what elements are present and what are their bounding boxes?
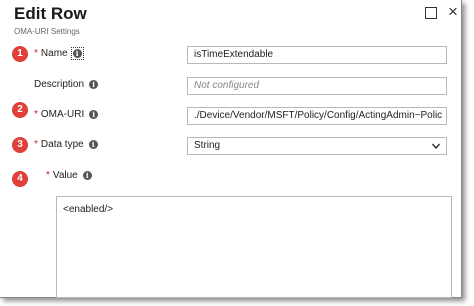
description-label-group: Description i	[34, 79, 99, 90]
required-marker: *	[46, 170, 50, 181]
step-badge-4: 4	[12, 171, 28, 187]
info-icon[interactable]: i	[82, 171, 92, 180]
oma-uri-label-group: * OMA-URI i	[34, 109, 99, 120]
oma-uri-input[interactable]: ./Device/Vendor/MSFT/Policy/Config/Actin…	[187, 107, 447, 125]
maximize-icon[interactable]	[425, 7, 437, 19]
info-icon[interactable]: i	[89, 110, 99, 119]
name-input[interactable]: isTimeExtendable	[187, 46, 447, 64]
data-type-label-group: * Data type i	[34, 139, 98, 150]
data-type-select[interactable]: String	[187, 137, 447, 155]
value-label: Value	[52, 170, 78, 181]
step-badge-2: 2	[12, 102, 28, 118]
step-badge-3: 3	[12, 137, 28, 153]
name-label: Name	[40, 48, 68, 59]
required-marker: *	[34, 48, 38, 59]
name-label-group: * Name i	[34, 47, 84, 60]
info-icon[interactable]: i	[72, 49, 82, 58]
step-badge-1: 1	[12, 46, 28, 62]
edit-row-panel: Edit Row OMA-URI Settings × 1 * Name i i…	[0, 0, 462, 298]
name-info-focus[interactable]: i	[70, 47, 84, 60]
value-textarea[interactable]: <enabled/>	[56, 196, 452, 298]
value-label-group: * Value i	[46, 170, 92, 181]
description-input[interactable]: Not configured	[187, 77, 447, 95]
data-type-label: Data type	[40, 139, 84, 150]
required-marker: *	[34, 139, 38, 150]
required-marker: *	[34, 109, 38, 120]
panel-subtitle: OMA-URI Settings	[14, 27, 80, 36]
close-icon[interactable]: ×	[448, 2, 458, 22]
info-icon[interactable]: i	[89, 80, 99, 89]
panel-title: Edit Row	[14, 4, 87, 23]
data-type-selected: String	[194, 140, 221, 151]
info-icon[interactable]: i	[88, 140, 98, 149]
description-label: Description	[34, 79, 85, 90]
chevron-down-icon[interactable]	[432, 142, 440, 150]
oma-uri-label: OMA-URI	[40, 109, 85, 120]
